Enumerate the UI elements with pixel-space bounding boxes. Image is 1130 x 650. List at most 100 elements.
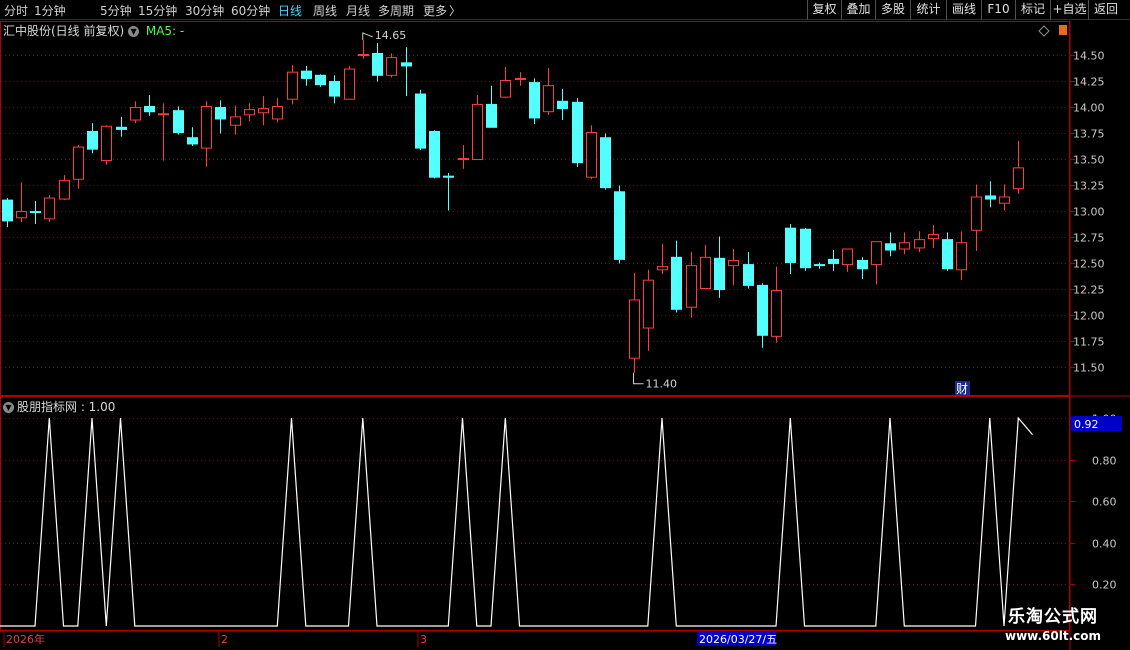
candle-body — [372, 52, 383, 76]
candle-body — [401, 62, 412, 67]
indicator-title-row: ▼ 股朋指标网 : 1.00 — [3, 398, 115, 415]
stock-title-row: 汇中股份(日线 前复权) ▼ MA5: - — [3, 22, 184, 39]
candle — [529, 78, 540, 125]
candle-body — [529, 82, 540, 119]
candle — [2, 198, 13, 228]
candle — [714, 236, 725, 298]
candle-body — [44, 197, 55, 220]
candle-body — [458, 158, 469, 161]
indicator-axis-label: 0.20 — [1092, 579, 1117, 592]
candle — [329, 75, 340, 104]
candle-body — [472, 103, 483, 161]
candle — [244, 103, 255, 122]
candle-body — [728, 259, 739, 267]
candle-body — [344, 68, 355, 100]
period-tab-10[interactable]: 更多 — [423, 2, 447, 19]
indicator-label[interactable]: 股朋指标网 : 1.00 — [17, 400, 115, 414]
candle — [315, 74, 326, 87]
low-price-label: 11.40 — [646, 378, 678, 391]
candle — [515, 72, 526, 86]
candle — [914, 231, 925, 253]
candle-body — [287, 71, 298, 100]
period-tab-8[interactable]: 月线 — [346, 2, 370, 19]
add-favorite-button[interactable]: +自选 — [1050, 0, 1088, 20]
period-tab-6[interactable]: 日线 — [278, 2, 302, 19]
candle-body — [59, 179, 70, 200]
candle-body — [600, 137, 611, 189]
candle-body — [956, 242, 967, 271]
period-tab-2[interactable]: 5分钟 — [100, 2, 132, 19]
indicator-line — [0, 416, 1033, 627]
indicator-axis-label: 0.60 — [1092, 496, 1117, 509]
candle — [999, 184, 1010, 211]
candle — [372, 43, 383, 82]
candle — [187, 127, 198, 147]
candle-body — [700, 256, 711, 289]
period-tab-0[interactable]: 分时 — [4, 2, 28, 19]
candle — [728, 248, 739, 286]
period-tab-4[interactable]: 30分钟 — [185, 2, 224, 19]
candle-body — [914, 239, 925, 249]
candle — [44, 194, 55, 222]
chevron-down-icon[interactable]: ▼ — [3, 402, 14, 413]
period-tab-3[interactable]: 15分钟 — [138, 2, 177, 19]
candle — [785, 224, 796, 274]
candle-body — [244, 109, 255, 116]
candle-body — [315, 74, 326, 86]
candle-body — [629, 299, 640, 359]
candle-body — [643, 279, 654, 329]
candle-body — [985, 195, 996, 200]
candle — [899, 232, 910, 255]
candle-body — [16, 211, 27, 219]
candle — [344, 65, 355, 100]
candle — [429, 130, 440, 179]
candle — [158, 103, 169, 161]
chart-canvas: 14.50 14.25 14.00 13.75 13.50 13.25 13.00 12.75… — [0, 21, 1130, 650]
candle-body — [173, 110, 184, 134]
candle — [486, 85, 497, 128]
candle — [401, 47, 412, 97]
candle-body — [828, 258, 839, 265]
candle-body — [1013, 167, 1024, 190]
candle — [144, 95, 155, 116]
high-marker-arrow — [362, 32, 373, 40]
draw-line-button[interactable]: 画线 — [946, 0, 981, 20]
period-tab-7[interactable]: 周线 — [313, 2, 337, 19]
period-tab-1[interactable]: 1分钟 — [34, 2, 66, 19]
diamond-icon — [1038, 25, 1050, 37]
candle — [814, 262, 825, 269]
candle — [16, 182, 27, 222]
candle-body — [686, 265, 697, 308]
candle-body — [743, 264, 754, 286]
candle — [272, 98, 283, 123]
fuquan-button[interactable]: 复权 — [807, 0, 841, 20]
candle-body — [2, 199, 13, 222]
candle-body — [800, 228, 811, 269]
statistics-button[interactable]: 统计 — [910, 0, 946, 20]
period-tab-5[interactable]: 60分钟 — [231, 2, 270, 19]
candle — [686, 252, 697, 318]
candle — [73, 144, 84, 189]
chevron-down-icon[interactable]: ▼ — [128, 26, 140, 37]
f10-button[interactable]: F10 — [981, 0, 1015, 20]
candle-body — [130, 107, 141, 121]
watermark-logo: 乐淘公式网 www.60lt.com — [985, 602, 1121, 648]
period-tab-9[interactable]: 多周期 — [378, 2, 414, 19]
candle-body — [187, 137, 198, 145]
overlay-button[interactable]: 叠加 — [841, 0, 875, 20]
candle — [386, 53, 397, 78]
back-button[interactable]: 返回 — [1088, 0, 1123, 20]
mark-button[interactable]: 标记 — [1015, 0, 1050, 20]
candle — [101, 125, 112, 165]
price-axis-label: 13.00 — [1073, 206, 1105, 219]
candles-group — [2, 39, 1024, 373]
stock-label[interactable]: 汇中股份(日线 前复权) — [3, 24, 124, 38]
more-arrow-icon[interactable]: 〉 — [449, 2, 461, 19]
price-axis-label: 12.00 — [1073, 310, 1105, 323]
candle-body — [515, 77, 526, 80]
candle — [956, 231, 967, 281]
multi-stock-button[interactable]: 多股 — [875, 0, 910, 20]
candle-body — [885, 243, 896, 251]
candle-body — [329, 81, 340, 97]
candle-body — [785, 227, 796, 263]
